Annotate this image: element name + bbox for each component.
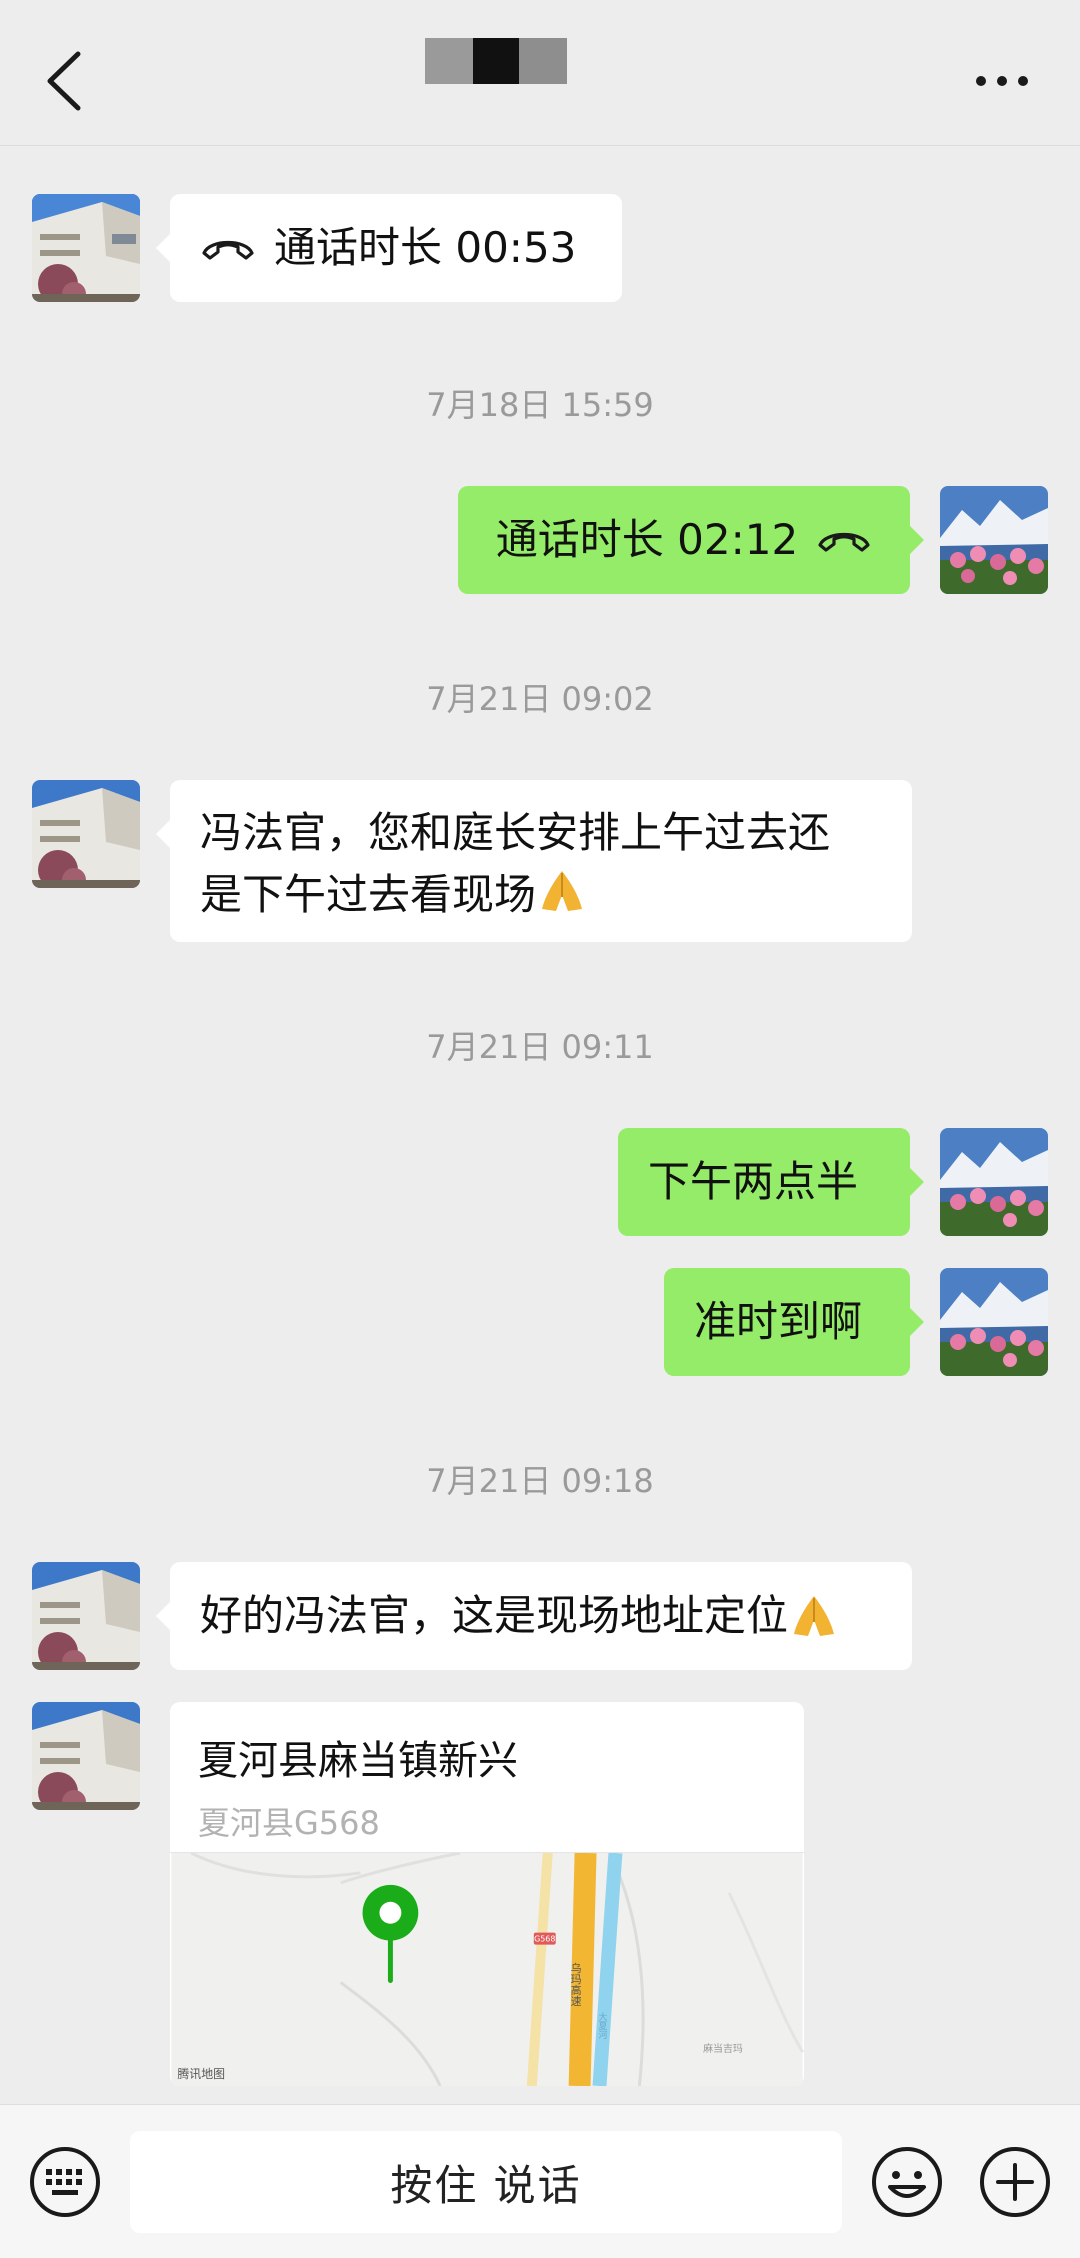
- contact-avatar[interactable]: [32, 1562, 140, 1670]
- back-chevron-icon[interactable]: [36, 46, 96, 116]
- top-bar: [0, 0, 1080, 146]
- message-text: 好的冯法官，这是现场地址定位: [200, 1591, 789, 1640]
- river-label: 大夏河: [597, 2011, 607, 2039]
- call-duration-text: 通话时长 02:12: [495, 515, 799, 564]
- message-text: 下午两点半: [648, 1157, 859, 1206]
- message-text: 准时到啊: [694, 1297, 863, 1346]
- input-bar: 按住 说话: [0, 2104, 1080, 2258]
- message-text-line: 冯法官，您和庭长安排上午过去还: [200, 808, 831, 857]
- message-bubble-outgoing[interactable]: 准时到啊: [664, 1268, 924, 1376]
- message-bubble-outgoing[interactable]: 下午两点半: [618, 1128, 924, 1236]
- phone-hangup-icon: [818, 533, 870, 552]
- plus-icon[interactable]: [978, 2145, 1052, 2219]
- emoji-icon[interactable]: [870, 2145, 944, 2219]
- location-subtitle: 夏河县G568: [198, 1804, 380, 1842]
- call-duration-bubble-incoming[interactable]: 通话时长 00:53: [156, 194, 622, 302]
- contact-avatar[interactable]: [32, 194, 140, 302]
- timestamp: 7月21日 09:02: [426, 680, 654, 718]
- location-card[interactable]: 夏河县麻当镇新兴 夏河县G568 G568 乌玛高速 大夏河 麻当吉玛 腾讯地图: [170, 1702, 804, 2086]
- location-title: 夏河县麻当镇新兴: [198, 1738, 518, 1784]
- my-avatar[interactable]: [940, 486, 1048, 594]
- timestamp: 7月21日 09:11: [426, 1028, 654, 1066]
- my-avatar[interactable]: [940, 1268, 1048, 1376]
- message-text-line-2: 是下午过去看现场: [200, 864, 882, 926]
- road-badge-label: G568: [534, 1935, 555, 1944]
- phone-hangup-icon: [202, 241, 254, 260]
- timestamp: 7月21日 09:18: [426, 1462, 654, 1500]
- my-avatar[interactable]: [940, 1128, 1048, 1236]
- praying-hands-emoji: [794, 1596, 835, 1636]
- message-bubble-incoming[interactable]: 好的冯法官，这是现场地址定位: [156, 1562, 912, 1670]
- highway-label: 乌玛高速: [569, 1961, 582, 2006]
- location-map-thumbnail[interactable]: G568 乌玛高速 大夏河 麻当吉玛 腾讯地图: [170, 1852, 804, 2086]
- timestamp: 7月18日 15:59: [426, 386, 654, 424]
- chat-title-redacted: [425, 38, 567, 84]
- more-options-icon[interactable]: [972, 66, 1032, 96]
- contact-avatar[interactable]: [32, 780, 140, 888]
- village-label: 麻当吉玛: [703, 2042, 743, 2055]
- keyboard-icon[interactable]: [28, 2145, 102, 2219]
- message-text: 是下午过去看现场: [200, 870, 537, 919]
- message-bubble-incoming[interactable]: 冯法官，您和庭长安排上午过去还 是下午过去看现场: [156, 780, 912, 942]
- contact-avatar[interactable]: [32, 1702, 140, 1810]
- hold-to-talk-button[interactable]: 按住 说话: [130, 2131, 842, 2233]
- map-provider-label: 腾讯地图: [177, 2066, 225, 2081]
- call-duration-bubble-outgoing[interactable]: 通话时长 02:12: [458, 486, 924, 594]
- chat-area[interactable]: 通话时长 00:53 7月18日 15:59 通话时长 02:12 7月21日 …: [0, 146, 1080, 2104]
- praying-hands-emoji: [542, 871, 583, 911]
- call-duration-text: 通话时长 00:53: [274, 223, 577, 272]
